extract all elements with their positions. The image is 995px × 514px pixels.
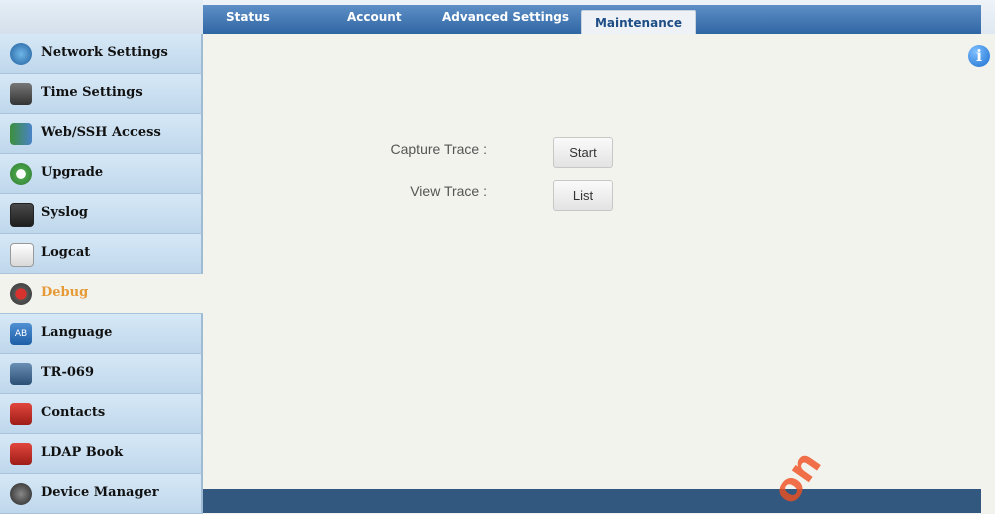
sidebar-item-syslog[interactable]: Syslog	[0, 194, 203, 234]
tab-status[interactable]: Status	[226, 5, 270, 34]
syslog-icon	[10, 203, 34, 227]
tab-maintenance[interactable]: Maintenance	[581, 10, 696, 35]
footer-bar	[203, 489, 981, 513]
sidebar-item-time-settings[interactable]: Time Settings	[0, 74, 203, 114]
sidebar-item-label: Time Settings	[41, 85, 143, 100]
sidebar-item-label: Syslog	[41, 205, 88, 220]
info-icon[interactable]: i	[968, 45, 990, 67]
time-settings-icon	[10, 83, 32, 105]
tr069-icon	[10, 363, 32, 385]
device-manager-icon	[10, 483, 32, 505]
top-bar-left	[0, 0, 203, 34]
list-button[interactable]: List	[553, 180, 613, 211]
top-nav-bar: Status Account Advanced Settings Mainten…	[203, 5, 981, 35]
sidebar-item-upgrade[interactable]: Upgrade	[0, 154, 203, 194]
sidebar-item-label: LDAP Book	[41, 445, 124, 460]
tab-account[interactable]: Account	[347, 5, 402, 34]
language-icon: AB	[10, 323, 32, 345]
sidebar-item-label: Network Settings	[41, 45, 168, 60]
sidebar-item-label: Upgrade	[41, 165, 104, 180]
sidebar: Network Settings Time Settings Web/SSH A…	[0, 34, 203, 514]
sidebar-item-ldap-book[interactable]: LDAP Book	[0, 434, 203, 474]
sidebar-item-language[interactable]: AB Language	[0, 314, 203, 354]
debug-icon	[10, 283, 32, 305]
view-trace-label: View Trace :	[410, 183, 487, 199]
contacts-icon	[10, 403, 32, 425]
sidebar-item-tr-069[interactable]: TR-069	[0, 354, 203, 394]
sidebar-item-contacts[interactable]: Contacts	[0, 394, 203, 434]
sidebar-item-label: Web/SSH Access	[41, 125, 161, 140]
sidebar-item-label: Contacts	[41, 405, 106, 420]
start-button[interactable]: Start	[553, 137, 613, 168]
sidebar-item-label: Language	[41, 325, 113, 340]
sidebar-item-device-manager[interactable]: Device Manager	[0, 474, 203, 514]
sidebar-item-label: Logcat	[41, 245, 91, 260]
ldap-book-icon	[10, 443, 32, 465]
network-settings-icon	[10, 43, 32, 65]
sidebar-item-label: Debug	[41, 285, 89, 300]
capture-trace-label: Capture Trace :	[390, 141, 488, 157]
sidebar-item-web-ssh-access[interactable]: Web/SSH Access	[0, 114, 203, 154]
main-content	[203, 34, 981, 489]
sidebar-item-debug[interactable]: Debug	[0, 274, 203, 314]
sidebar-item-network-settings[interactable]: Network Settings	[0, 34, 203, 74]
upgrade-icon	[10, 163, 32, 185]
right-strip	[981, 34, 995, 513]
logcat-icon	[10, 243, 34, 267]
sidebar-item-label: TR-069	[41, 365, 95, 380]
web-ssh-access-icon	[10, 123, 32, 145]
tab-advanced-settings[interactable]: Advanced Settings	[442, 5, 569, 34]
sidebar-item-logcat[interactable]: Logcat	[0, 234, 203, 274]
sidebar-item-label: Device Manager	[41, 485, 159, 500]
